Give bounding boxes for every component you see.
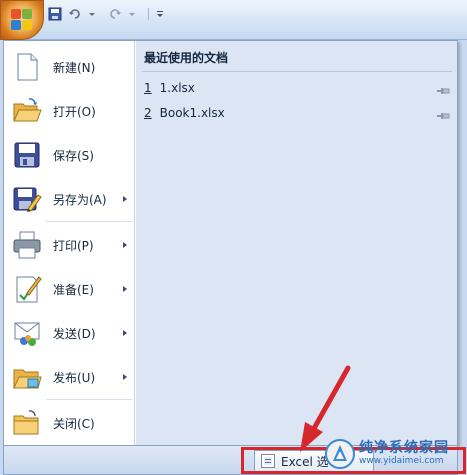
customize-icon[interactable] [155,7,169,21]
menu-item-send[interactable]: 发送(D) [4,311,135,355]
recent-documents-panel: 最近使用的文档 1 1.xlsx 2 Book1.xlsx [136,41,457,445]
submenu-arrow-icon [123,286,127,292]
watermark: 纯净系统家园 www.yidaimei.com [325,436,465,472]
redo-icon[interactable] [108,7,122,21]
office-button[interactable] [0,0,44,40]
submenu-arrow-icon [123,242,127,248]
open-folder-icon [11,95,43,127]
recent-file-number: 2 [144,106,152,120]
menu-divider [46,399,132,400]
menu-divider [46,221,132,222]
close-folder-icon [11,407,43,439]
menu-item-close[interactable]: 关闭(C) [4,401,135,445]
submenu-arrow-icon [123,196,127,202]
menu-commands: 新建(N) 打开(O) 保存(S) 另存为(A) 打印(P) 准备(E) 发送(… [4,41,135,445]
chevron-down-icon[interactable] [128,7,142,21]
save-disk-icon [11,139,43,171]
submenu-arrow-icon [123,374,127,380]
recent-file-number: 1 [144,81,152,95]
recent-documents-title: 最近使用的文档 [144,51,229,65]
menu-item-prepare[interactable]: 准备(E) [4,267,135,311]
watermark-text: 纯净系统家园 www.yidaimei.com [359,440,449,466]
menu-item-save-as[interactable]: 另存为(A) [4,177,135,221]
submenu-arrow-icon [123,330,127,336]
chevron-down-icon[interactable] [88,7,102,21]
title-bar [0,0,467,40]
quick-access-toolbar [48,5,169,23]
recent-divider [142,71,452,72]
publish-icon [11,361,43,393]
save-icon[interactable] [48,7,62,21]
printer-icon [11,229,43,261]
undo-icon[interactable] [68,7,82,21]
menu-item-new[interactable]: 新建(N) [4,45,135,89]
menu-item-save[interactable]: 保存(S) [4,133,135,177]
office-logo-icon [11,9,33,31]
prepare-icon [11,273,43,305]
new-document-icon [11,51,43,83]
office-menu: 新建(N) 打开(O) 保存(S) 另存为(A) 打印(P) 准备(E) 发送(… [3,40,458,446]
pin-icon[interactable] [436,84,450,94]
watermark-logo-icon [325,439,355,469]
save-as-icon [11,183,43,215]
excel-options-label: Excel 选 [281,454,329,469]
menu-item-open[interactable]: 打开(O) [4,89,135,133]
menu-item-publish[interactable]: 发布(U) [4,355,135,399]
pin-icon[interactable] [436,109,450,119]
send-icon [11,317,43,349]
options-icon [261,454,275,468]
recent-file-name: Book1.xlsx [159,106,225,120]
menu-item-print[interactable]: 打印(P) [4,223,135,267]
recent-file-name: 1.xlsx [159,81,195,95]
toolbar-separator [148,8,149,20]
recent-file-item[interactable]: 1 1.xlsx [144,78,454,98]
recent-file-item[interactable]: 2 Book1.xlsx [144,103,454,123]
